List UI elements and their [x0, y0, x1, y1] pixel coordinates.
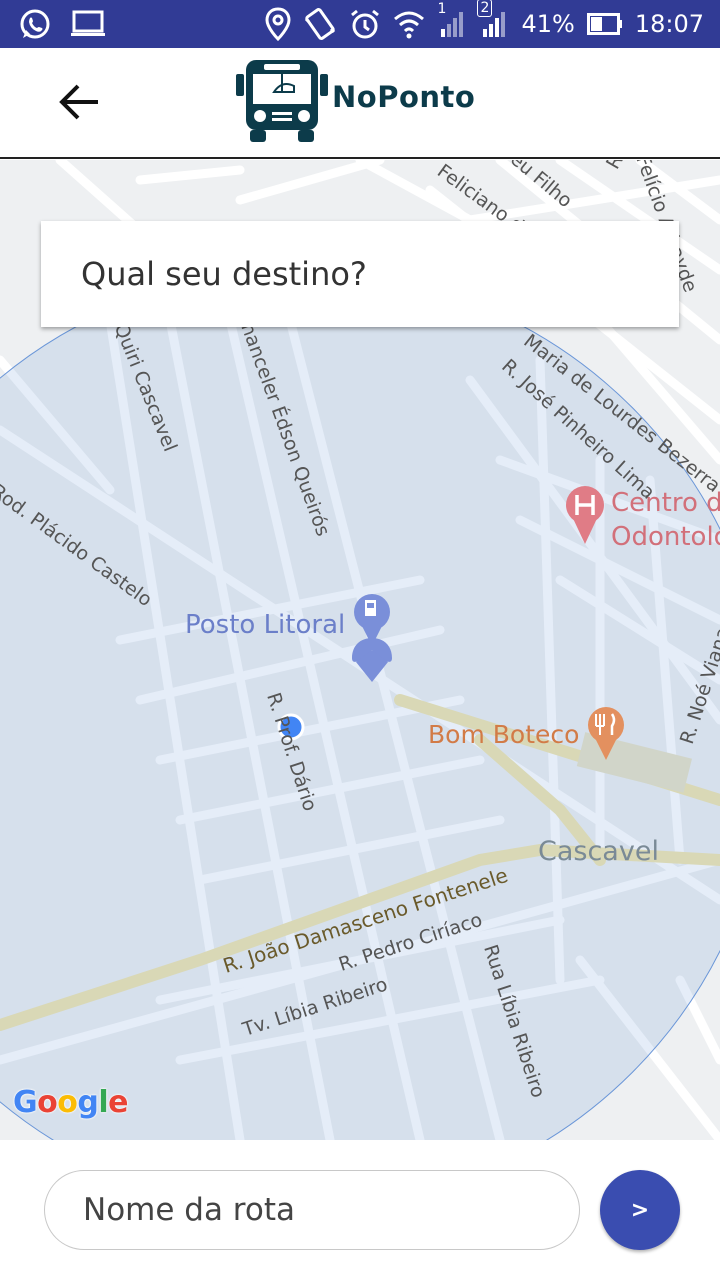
- status-bar: 1 2 41% 18:07: [0, 0, 720, 48]
- bus-icon: [236, 60, 328, 142]
- map-label-centro: Centro de: [611, 488, 720, 518]
- arrow-back-icon: [59, 84, 98, 120]
- battery-icon: [586, 13, 623, 35]
- app-name: NoPonto: [332, 80, 476, 114]
- submit-route-label: >: [630, 1197, 650, 1223]
- wifi-icon: [393, 9, 425, 39]
- destination-search-placeholder: Qual seu destino?: [81, 255, 367, 293]
- sim2-label: 2: [477, 0, 493, 17]
- sim1-label: 1: [437, 1, 447, 17]
- map-label-posto: Posto Litoral: [185, 610, 346, 640]
- whatsapp-icon: [18, 7, 52, 41]
- location-icon: [265, 7, 291, 41]
- map-label-centro2: Odontoló: [611, 522, 720, 552]
- map-label-cascavel: Cascavel: [538, 836, 659, 867]
- route-name-input[interactable]: Nome da rota: [44, 1170, 580, 1250]
- alarm-icon: [349, 8, 381, 40]
- destination-search-field[interactable]: Qual seu destino?: [41, 221, 679, 327]
- route-panel: Nome da rota >: [0, 1140, 720, 1280]
- submit-route-button[interactable]: >: [600, 1170, 680, 1250]
- battery-percent: 41%: [521, 10, 575, 38]
- signal-sim1-icon: 1: [437, 1, 467, 39]
- clock: 18:07: [634, 10, 704, 38]
- signal-sim2-icon: 2: [477, 0, 509, 39]
- vibrate-icon: [303, 7, 337, 41]
- back-button[interactable]: [58, 82, 104, 122]
- app-header: NoPonto: [0, 48, 720, 159]
- google-logo: Google: [13, 1085, 129, 1120]
- laptop-icon: [70, 9, 106, 39]
- map-label-boteco: Bom Boteco: [428, 720, 580, 749]
- route-name-placeholder: Nome da rota: [83, 1192, 295, 1228]
- app-logo: NoPonto: [234, 56, 475, 144]
